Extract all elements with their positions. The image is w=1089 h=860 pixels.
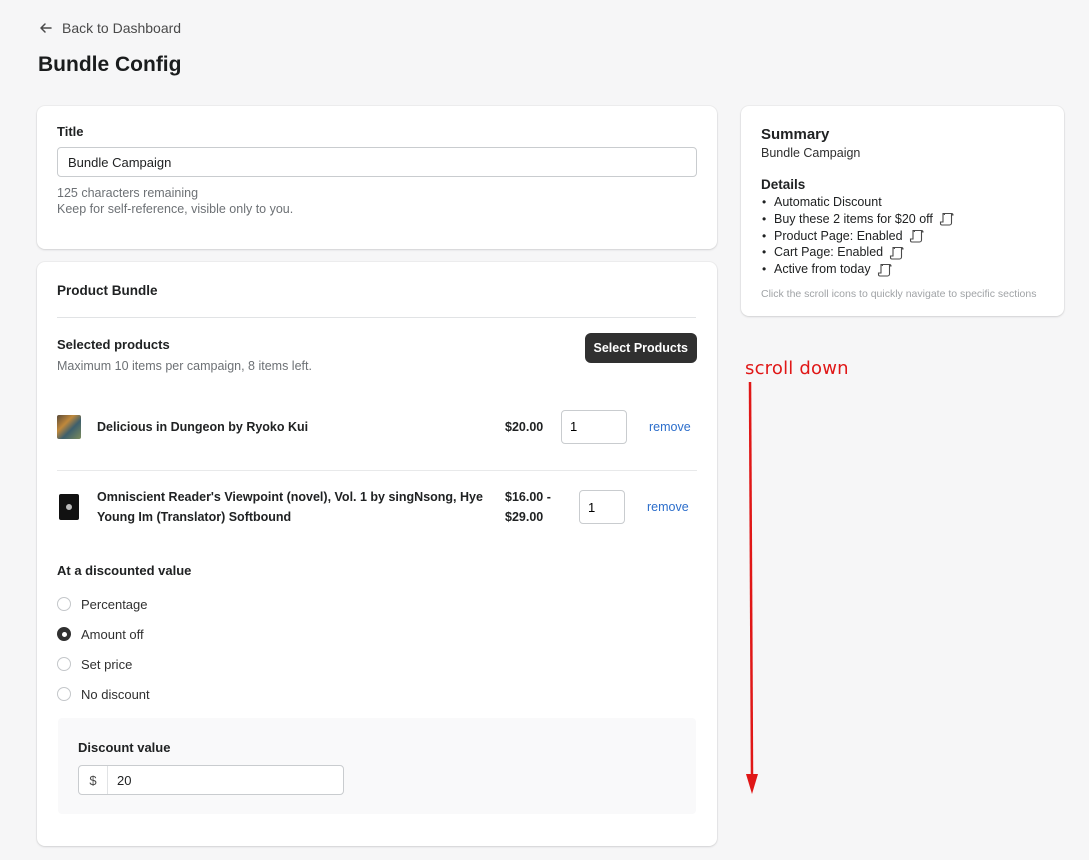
product-name: Omniscient Reader's Viewpoint (novel), V… <box>97 490 483 524</box>
product-bundle-title: Product Bundle <box>57 283 158 298</box>
quantity-input[interactable] <box>579 490 625 524</box>
radio-option-set-price[interactable]: Set price <box>57 649 697 679</box>
list-item: Product Page: Enabled <box>762 228 1044 245</box>
list-item: Cart Page: Enabled <box>762 244 1044 261</box>
discount-value-panel: Discount value $ 20 <box>58 718 696 814</box>
product-name: Delicious in Dungeon by Ryoko Kui <box>97 419 309 434</box>
product-bundle-card: Product Bundle Selected products Maximum… <box>37 262 717 846</box>
radio-option-amount-off[interactable]: Amount off <box>57 619 697 649</box>
discount-type-radio-group: Percentage Amount off Set price No disco… <box>57 589 697 709</box>
characters-remaining: 125 characters remaining <box>57 186 199 200</box>
list-item: Automatic Discount <box>762 194 1044 211</box>
select-products-button[interactable]: Select Products <box>584 333 697 363</box>
scroll-icon[interactable] <box>889 246 904 260</box>
summary-card: Summary Bundle Campaign Details Automati… <box>741 106 1064 316</box>
arrow-down-icon <box>746 381 758 794</box>
radio-option-percentage[interactable]: Percentage <box>57 589 697 619</box>
detail-text: Active from today <box>774 262 871 277</box>
discount-value-input[interactable]: $ 20 <box>78 765 344 795</box>
product-price: $20.00 <box>505 419 544 434</box>
title-input[interactable] <box>57 147 697 177</box>
detail-text: Product Page: Enabled <box>774 228 903 243</box>
back-to-dashboard-link[interactable]: Back to Dashboard <box>38 20 181 36</box>
product-price: $16.00 - $29.00 <box>505 490 551 524</box>
divider <box>57 317 696 318</box>
detail-text: Buy these 2 items for $20 off <box>774 211 933 226</box>
arrow-left-icon <box>40 23 52 33</box>
discount-type-label: At a discounted value <box>57 563 192 578</box>
selected-products-label: Selected products <box>57 337 170 352</box>
list-item: Buy these 2 items for $20 off <box>762 211 1044 228</box>
detail-text: Cart Page: Enabled <box>774 245 884 260</box>
page-title: Bundle Config <box>38 53 182 76</box>
currency-prefix: $ <box>79 766 108 794</box>
title-label: Title <box>57 124 84 139</box>
scroll-icon[interactable] <box>909 229 924 243</box>
scroll-down-annotation: scroll down <box>745 358 849 379</box>
detail-text: Automatic Discount <box>774 195 882 209</box>
selected-products-help: Maximum 10 items per campaign, 8 items l… <box>57 359 312 373</box>
radio-button-selected[interactable] <box>57 627 71 641</box>
quantity-input[interactable] <box>561 409 627 444</box>
radio-label: Set price <box>81 656 133 672</box>
details-title: Details <box>761 177 806 192</box>
radio-label: Amount off <box>81 626 144 642</box>
title-card: Title 125 characters remaining Keep for … <box>37 106 717 249</box>
radio-label: Percentage <box>81 596 148 612</box>
remove-product-link[interactable]: remove <box>649 420 691 434</box>
back-link-label: Back to Dashboard <box>62 20 182 36</box>
summary-campaign-name: Bundle Campaign <box>761 146 861 160</box>
product-row: Delicious in Dungeon by Ryoko Kui $20.00… <box>57 401 697 471</box>
radio-button[interactable] <box>57 687 71 701</box>
discount-value-text[interactable]: 20 <box>108 773 131 788</box>
scroll-icon[interactable] <box>939 212 954 226</box>
radio-button[interactable] <box>57 657 71 671</box>
summary-hint: Click the scroll icons to quickly naviga… <box>761 287 1037 300</box>
product-thumbnail <box>59 494 79 520</box>
scroll-icon[interactable] <box>877 263 892 277</box>
radio-option-no-discount[interactable]: No discount <box>57 679 697 709</box>
details-list: Automatic Discount Buy these 2 items for… <box>761 194 1044 278</box>
discount-value-label: Discount value <box>78 740 171 755</box>
product-thumbnail <box>57 414 81 439</box>
title-help-text: Keep for self-reference, visible only to… <box>57 202 294 216</box>
list-item: Active from today <box>762 261 1044 278</box>
summary-title: Summary <box>761 126 830 143</box>
radio-button[interactable] <box>57 597 71 611</box>
product-row: Omniscient Reader's Viewpoint (novel), V… <box>57 471 697 543</box>
radio-label: No discount <box>81 686 150 702</box>
remove-product-link[interactable]: remove <box>647 500 689 514</box>
